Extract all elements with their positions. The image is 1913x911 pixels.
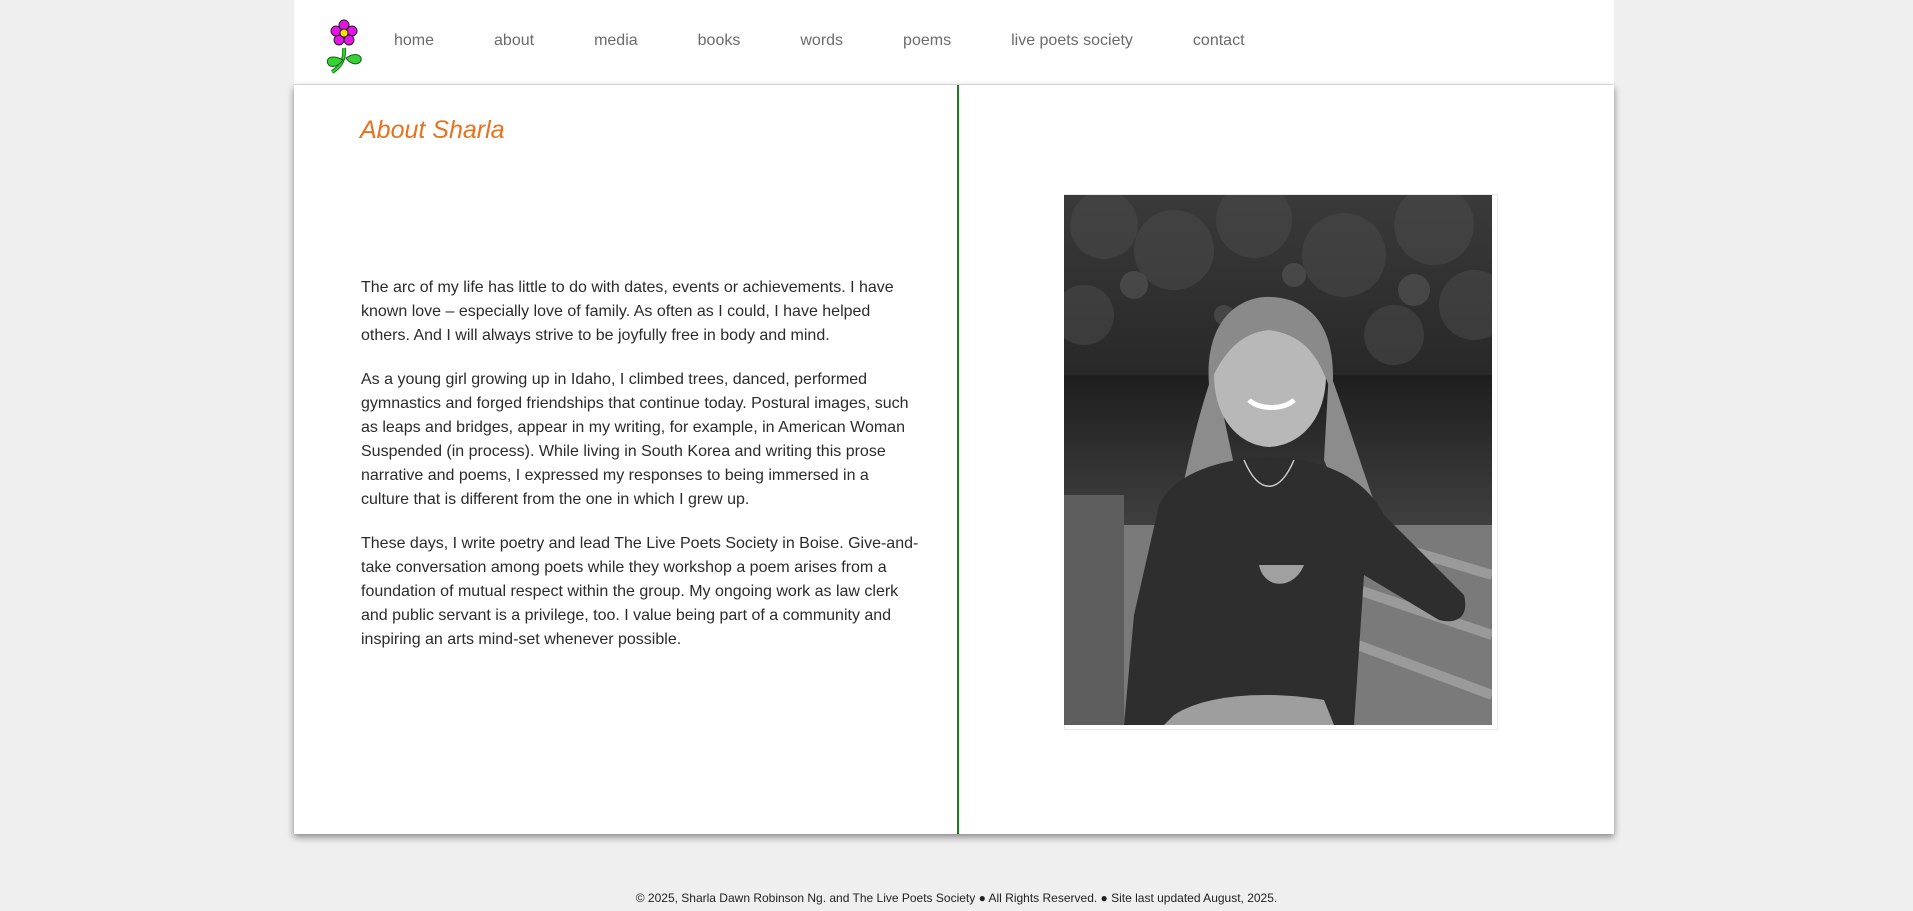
nav-item-words[interactable]: words: [800, 32, 843, 54]
top-nav: home about media books words poems live …: [294, 0, 1614, 85]
paragraph: As a young girl growing up in Idaho, I c…: [361, 371, 909, 508]
nav-item-live-poets-society[interactable]: live poets society: [1011, 32, 1133, 54]
nav-item-about[interactable]: about: [494, 32, 534, 54]
nav-item-home[interactable]: home: [394, 32, 434, 54]
site-footer: © 2025, Sharla Dawn Robinson Ng. and The…: [635, 891, 1278, 905]
paragraph: These days, I write poetry and lead The …: [361, 535, 919, 648]
nav-menu: home about media books words poems live …: [394, 32, 1305, 54]
nav-item-books[interactable]: books: [698, 32, 741, 54]
content-card: About Sharla The arc of my life has litt…: [294, 85, 1614, 834]
page-title: About Sharla: [360, 116, 505, 144]
nav-item-poems[interactable]: poems: [903, 32, 951, 54]
nav-item-contact[interactable]: contact: [1193, 32, 1245, 54]
nav-item-media[interactable]: media: [594, 32, 638, 54]
about-text: The arc of my life has little to do with…: [361, 276, 921, 672]
flower-icon[interactable]: [324, 18, 366, 76]
column-divider: [957, 85, 959, 834]
paragraph: The arc of my life has little to do with…: [361, 279, 894, 344]
portrait-photo: [1064, 195, 1492, 725]
